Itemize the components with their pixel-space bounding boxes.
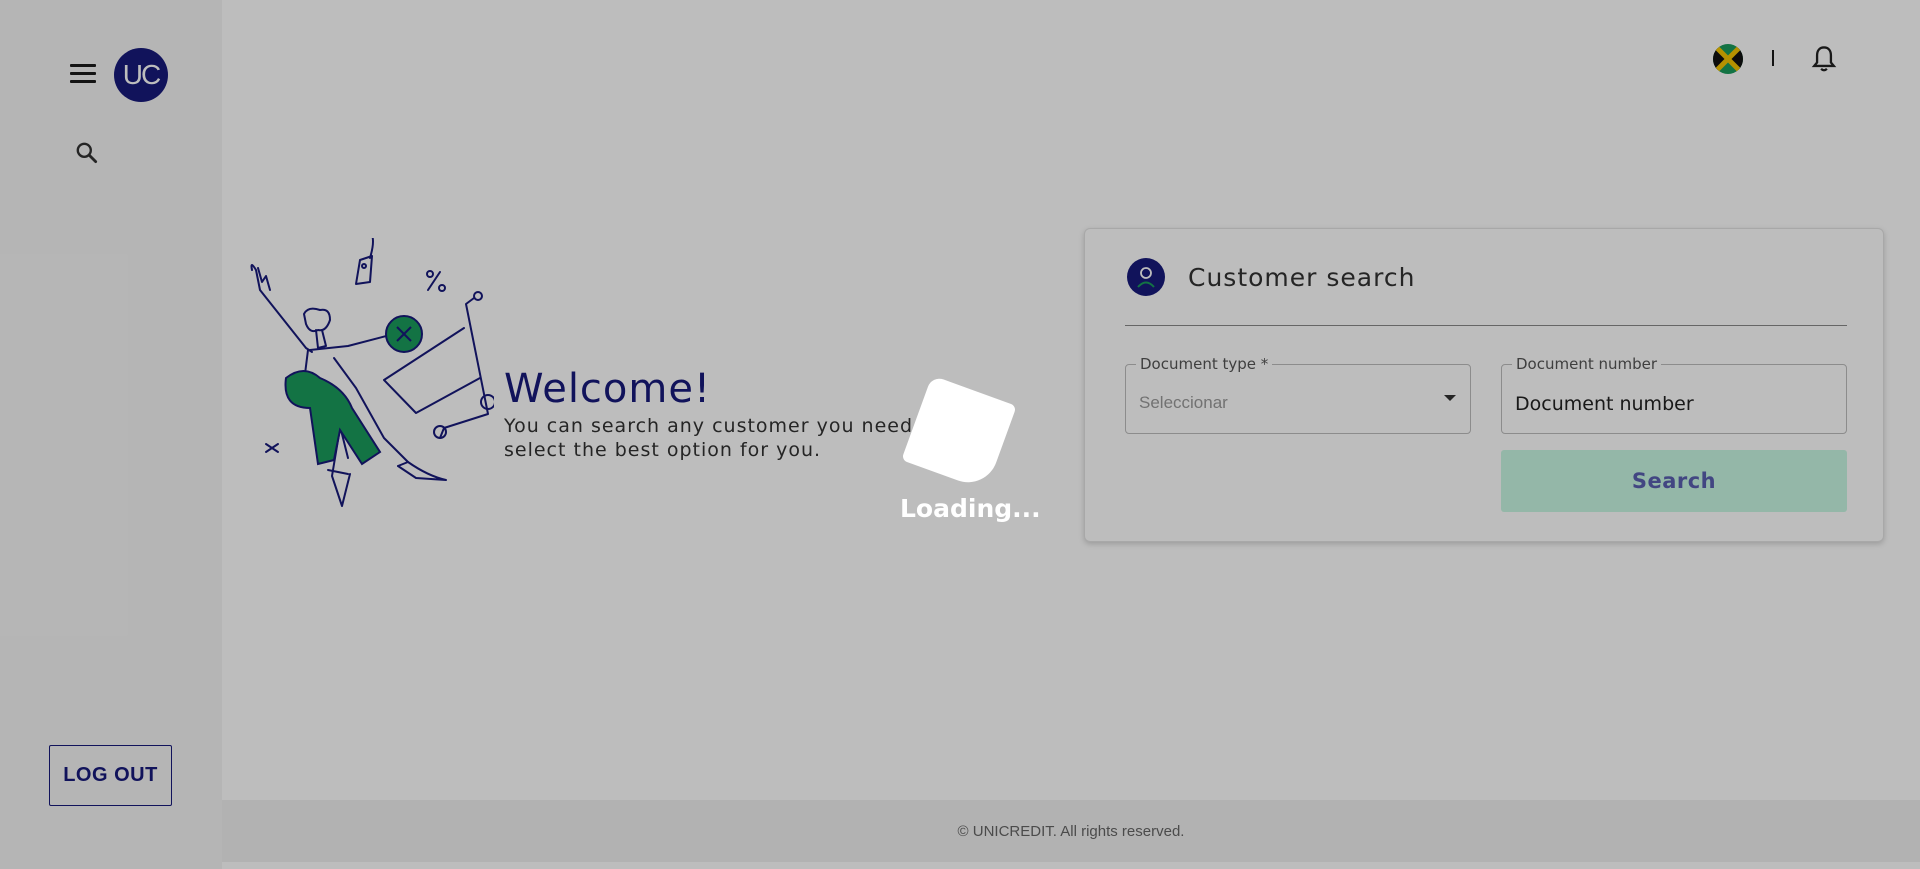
loading-text: Loading...	[900, 494, 1041, 523]
